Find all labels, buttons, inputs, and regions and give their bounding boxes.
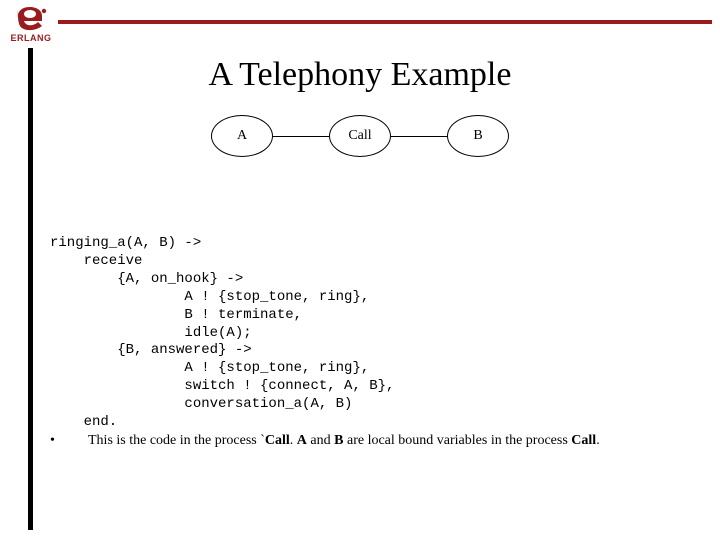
bullet-icon: •: [50, 432, 88, 450]
diagram-node-call: Call: [329, 115, 391, 157]
erlang-logo-text: ERLANG: [8, 33, 54, 43]
diagram-edge: [391, 136, 447, 137]
code-line: conversation_a(A, B): [50, 396, 352, 412]
footnote-fragment: .: [596, 433, 600, 448]
footnote-fragment: and: [307, 433, 334, 448]
erlang-logo-icon: [14, 6, 48, 32]
footnote-fragment: This is the code in the process `: [88, 433, 265, 448]
code-line: switch ! {connect, A, B},: [50, 378, 394, 394]
diagram-node-b: B: [447, 115, 509, 157]
code-line: ringing_a(A, B) ->: [50, 235, 201, 251]
header-rule: [58, 20, 712, 24]
footnote-fragment: .: [290, 433, 297, 448]
code-line: A ! {stop_tone, ring},: [50, 360, 369, 376]
footnote-text: This is the code in the process `Call. A…: [88, 432, 690, 450]
footnote-fragment: are local bound variables in the process: [343, 433, 571, 448]
footnote-bold: A: [297, 433, 307, 448]
footnote-bold: Call: [265, 433, 290, 448]
code-line: B ! terminate,: [50, 307, 302, 323]
code-block: ringing_a(A, B) -> receive {A, on_hook} …: [50, 235, 690, 432]
code-line: {A, on_hook} ->: [50, 271, 243, 287]
slide: ERLANG A Telephony Example A Call B ring…: [0, 0, 720, 540]
diagram-node-a: A: [211, 115, 273, 157]
code-line: A ! {stop_tone, ring},: [50, 289, 369, 305]
diagram-edge: [273, 136, 329, 137]
process-diagram: A Call B: [0, 115, 720, 157]
erlang-logo: ERLANG: [8, 6, 54, 43]
code-line: {B, answered} ->: [50, 342, 252, 358]
footnote: • This is the code in the process `Call.…: [50, 432, 690, 450]
slide-title: A Telephony Example: [0, 56, 720, 94]
code-line: idle(A);: [50, 325, 252, 341]
code-line: end.: [50, 414, 117, 430]
code-line: receive: [50, 253, 142, 269]
footnote-bold: Call: [571, 433, 596, 448]
